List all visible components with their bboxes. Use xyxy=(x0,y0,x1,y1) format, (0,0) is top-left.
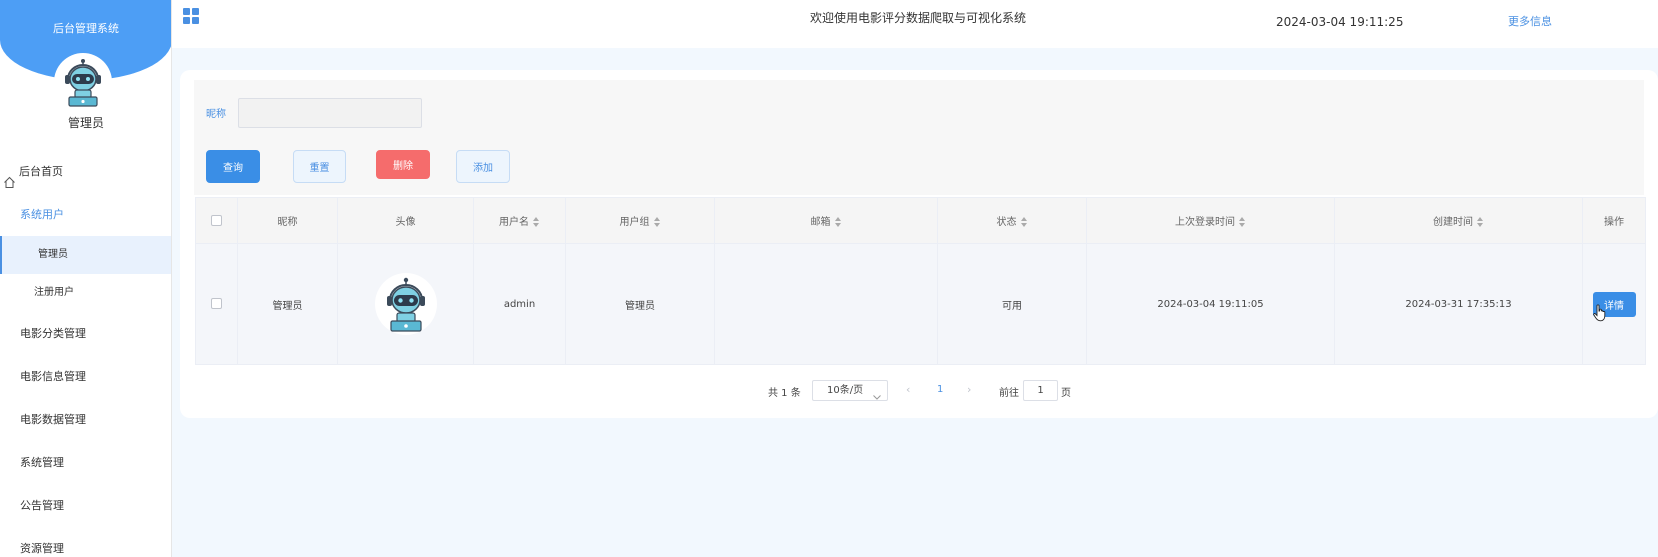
page-size-select[interactable]: 10条/页 xyxy=(812,380,888,401)
sidebar-menu: 后台首页 系统用户 管理员 注册用户 电影分类管理 电影信息管理 电影数据管理 … xyxy=(0,150,171,557)
select-all-checkbox[interactable] xyxy=(211,214,222,226)
chevron-down-icon xyxy=(873,388,881,407)
header-group[interactable]: 用户组 xyxy=(565,197,715,244)
sort-icon[interactable] xyxy=(533,216,540,228)
page-suffix-label: 页 xyxy=(1061,388,1071,399)
sidebar-title: 后台管理系统 xyxy=(53,22,119,35)
users-table: 昵称 头像 用户名 用户组 邮箱 状态 上次登录时间 创建时间 操作 管理员 a… xyxy=(195,197,1646,365)
topbar: 欢迎使用电影评分数据爬取与可视化系统 2024-03-04 19:11:25 更… xyxy=(172,0,1658,48)
pagination: 共 1 条 10条/页 ‹ 1 › 前往 1 页 xyxy=(0,380,1658,402)
current-datetime: 2024-03-04 19:11:25 xyxy=(1276,15,1404,29)
sidebar: 后台管理系统 管理员 后台首页 系统用户 管理员 注册用户 电影分类管理 电影信… xyxy=(0,0,172,557)
hand-cursor-icon xyxy=(1592,303,1607,325)
cell-nickname: 管理员 xyxy=(237,243,338,365)
header-group-label: 用户组 xyxy=(619,217,650,228)
header-avatar: 头像 xyxy=(337,197,474,244)
header-last-login[interactable]: 上次登录时间 xyxy=(1086,197,1335,244)
robot-avatar-icon[interactable] xyxy=(54,53,112,111)
sidebar-item-registered-users[interactable]: 注册用户 xyxy=(0,274,171,312)
sort-icon[interactable] xyxy=(1239,216,1246,228)
sidebar-item-movie-category[interactable]: 电影分类管理 xyxy=(0,312,171,355)
detail-button[interactable]: 详情 xyxy=(1592,291,1636,321)
cell-group: 管理员 xyxy=(565,243,715,365)
table-row: 管理员 admin 管理员 可用 2024-03-04 19:11:05 202… xyxy=(195,243,1646,365)
cell-status: 可用 xyxy=(937,243,1087,365)
table-header-row: 昵称 头像 用户名 用户组 邮箱 状态 上次登录时间 创建时间 操作 xyxy=(195,197,1646,244)
sidebar-item-system-management[interactable]: 系统管理 xyxy=(0,441,171,484)
nickname-label: 昵称 xyxy=(206,109,226,120)
header-created-label: 创建时间 xyxy=(1433,217,1473,228)
goto-page-input[interactable]: 1 xyxy=(1023,380,1058,401)
sidebar-user-name: 管理员 xyxy=(67,116,104,130)
query-button[interactable]: 查询 xyxy=(206,150,260,183)
header-username-label: 用户名 xyxy=(499,217,529,228)
select-all-cell xyxy=(195,197,238,244)
sidebar-item-movie-data[interactable]: 电影数据管理 xyxy=(0,398,171,441)
sidebar-item-notice-management[interactable]: 公告管理 xyxy=(0,484,171,527)
header-status-label: 状态 xyxy=(996,217,1017,228)
sidebar-item-home-label: 后台首页 xyxy=(19,165,63,178)
page-number-current[interactable]: 1 xyxy=(937,384,943,395)
header-username[interactable]: 用户名 xyxy=(473,197,566,244)
cell-created: 2024-03-31 17:35:13 xyxy=(1334,243,1583,365)
nickname-input[interactable] xyxy=(238,98,422,128)
cell-email xyxy=(714,243,938,365)
delete-button[interactable]: 删除 xyxy=(376,150,430,179)
cell-avatar xyxy=(337,243,474,365)
sort-icon[interactable] xyxy=(1020,216,1028,228)
add-button[interactable]: 添加 xyxy=(456,150,510,183)
header-nickname: 昵称 xyxy=(237,197,338,244)
page-size-value: 10条/页 xyxy=(827,385,864,396)
grid-icon[interactable] xyxy=(183,8,199,27)
header-email[interactable]: 邮箱 xyxy=(714,197,938,244)
sidebar-item-home[interactable]: 后台首页 xyxy=(0,150,171,193)
row-select-cell xyxy=(195,243,238,365)
header-last-login-label: 上次登录时间 xyxy=(1175,217,1235,228)
more-info-link[interactable]: 更多信息 xyxy=(1508,13,1552,29)
header-created[interactable]: 创建时间 xyxy=(1334,197,1583,244)
prev-page-button[interactable]: ‹ xyxy=(906,383,910,396)
cell-last-login: 2024-03-04 19:11:05 xyxy=(1086,243,1335,365)
cell-username: admin xyxy=(473,243,566,365)
header-status[interactable]: 状态 xyxy=(937,197,1087,244)
welcome-text: 欢迎使用电影评分数据爬取与可视化系统 xyxy=(810,11,1027,25)
sidebar-item-admin[interactable]: 管理员 xyxy=(0,236,171,274)
header-actions: 操作 xyxy=(1582,197,1646,244)
reset-button[interactable]: 重置 xyxy=(293,150,346,183)
robot-avatar-icon xyxy=(374,273,437,335)
sort-icon[interactable] xyxy=(834,216,842,228)
detail-button-label: 详情 xyxy=(1604,300,1624,312)
goto-label: 前往 xyxy=(999,388,1019,399)
sidebar-item-system-users[interactable]: 系统用户 xyxy=(0,193,171,236)
sidebar-item-resource-management[interactable]: 资源管理 xyxy=(0,527,171,557)
pagination-total: 共 1 条 xyxy=(768,388,801,399)
sort-icon[interactable] xyxy=(653,216,661,228)
next-page-button[interactable]: › xyxy=(967,383,971,396)
cell-actions: 详情 xyxy=(1582,243,1646,365)
row-checkbox[interactable] xyxy=(211,298,222,310)
header-email-label: 邮箱 xyxy=(810,217,831,228)
sort-icon[interactable] xyxy=(1477,216,1484,228)
